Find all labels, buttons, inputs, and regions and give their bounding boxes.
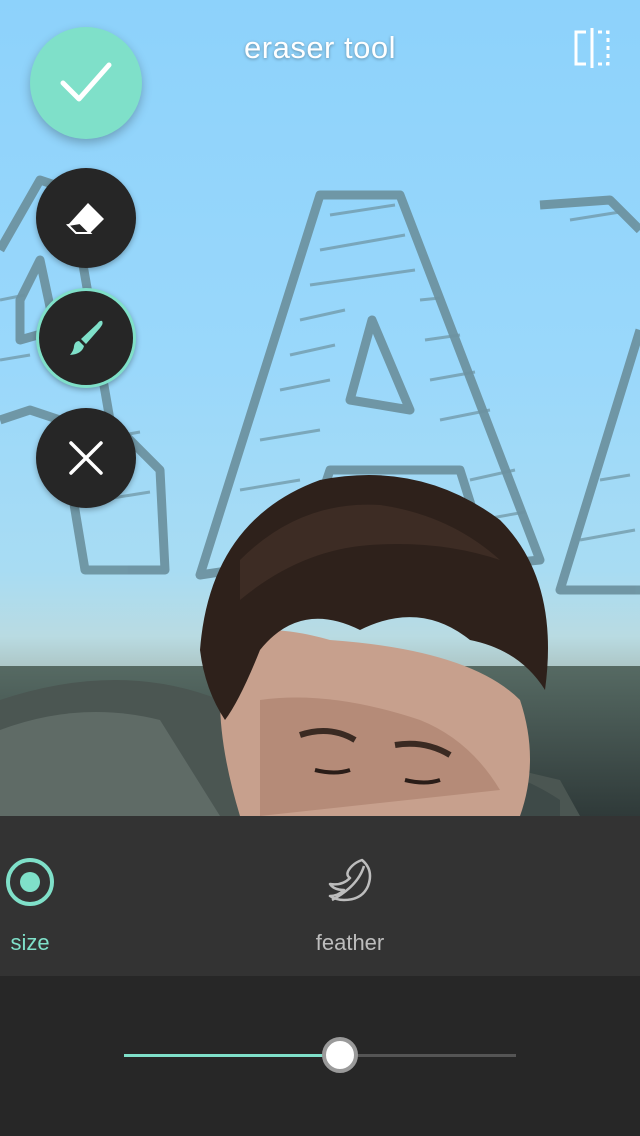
eraser-tool-button[interactable] — [36, 168, 136, 268]
option-size-label: size — [10, 930, 50, 955]
close-icon — [69, 441, 103, 475]
options-panel: size feather — [0, 816, 640, 976]
option-feather-label: feather — [315, 930, 385, 955]
eraser-icon — [66, 203, 104, 234]
paintbrush-icon — [70, 320, 103, 355]
confirm-button[interactable] — [30, 27, 142, 139]
split-compare-icon — [574, 28, 610, 68]
option-size[interactable]: size — [0, 816, 190, 976]
brush-tool-button[interactable] — [36, 288, 136, 388]
compare-button[interactable] — [566, 26, 618, 70]
target-circle-icon — [0, 850, 62, 914]
close-button[interactable] — [36, 408, 136, 508]
option-feather[interactable]: feather — [190, 816, 510, 976]
slider-panel — [0, 976, 640, 1136]
checkmark-icon — [60, 62, 112, 102]
size-slider-thumb[interactable] — [321, 1037, 358, 1073]
size-slider-track[interactable] — [124, 1037, 516, 1073]
feather-icon — [318, 850, 382, 914]
size-slider-fill — [124, 1054, 340, 1057]
